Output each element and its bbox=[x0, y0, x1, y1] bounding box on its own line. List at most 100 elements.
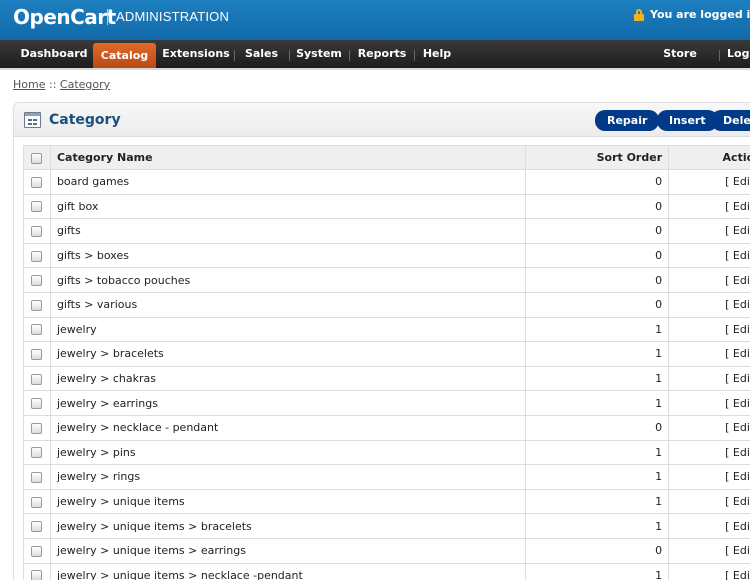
row-checkbox[interactable] bbox=[31, 275, 43, 287]
select-all-checkbox[interactable] bbox=[31, 152, 43, 164]
table-row: jewelry > earrings1 [ Edit ] bbox=[23, 390, 750, 416]
menu-item-system[interactable]: System bbox=[292, 40, 346, 68]
menu-divider bbox=[414, 50, 415, 61]
repair-button[interactable]: Repair bbox=[595, 110, 660, 131]
row-checkbox[interactable] bbox=[31, 422, 43, 434]
row-checkbox[interactable] bbox=[31, 348, 43, 360]
insert-button[interactable]: Insert bbox=[657, 110, 718, 131]
column-header-action: Action bbox=[668, 145, 750, 170]
category-name-cell: gifts > boxes bbox=[49, 242, 527, 269]
row-select-cell bbox=[23, 267, 51, 293]
sort-order-cell: 1 bbox=[525, 464, 670, 490]
menu-item-help[interactable]: Help bbox=[417, 40, 457, 68]
row-select-cell bbox=[23, 316, 51, 343]
breadcrumb-home[interactable]: Home bbox=[13, 78, 45, 91]
sort-order-cell: 0 bbox=[525, 242, 670, 269]
logged-in-text: You are logged in as a bbox=[650, 8, 750, 21]
row-checkbox[interactable] bbox=[31, 299, 43, 311]
category-name-cell: jewelry > unique items > bracelets bbox=[49, 513, 527, 539]
category-page-icon bbox=[24, 112, 41, 128]
edit-link[interactable]: [ Edit ] bbox=[725, 347, 750, 360]
delete-button[interactable]: Delete bbox=[711, 110, 750, 131]
sort-order-cell: 0 bbox=[525, 537, 670, 564]
row-select-cell bbox=[23, 291, 51, 318]
row-checkbox[interactable] bbox=[31, 398, 43, 410]
edit-link[interactable]: [ Edit ] bbox=[725, 569, 750, 580]
row-checkbox[interactable] bbox=[31, 521, 43, 533]
row-checkbox[interactable] bbox=[31, 447, 43, 459]
edit-link[interactable]: [ Edit ] bbox=[725, 372, 750, 385]
category-name-cell: jewelry > bracelets bbox=[49, 341, 527, 367]
menu-divider bbox=[289, 50, 290, 61]
table-row: gifts > tobacco pouches0 [ Edit ] bbox=[23, 267, 750, 293]
row-checkbox[interactable] bbox=[31, 545, 43, 557]
row-select-cell bbox=[23, 537, 51, 564]
breadcrumb-current[interactable]: Category bbox=[60, 78, 110, 91]
lock-icon bbox=[634, 8, 644, 21]
sort-order-cell: 1 bbox=[525, 316, 670, 343]
edit-link[interactable]: [ Edit ] bbox=[725, 544, 750, 557]
row-checkbox[interactable] bbox=[31, 176, 43, 188]
row-checkbox[interactable] bbox=[31, 201, 43, 213]
edit-link[interactable]: [ Edit ] bbox=[725, 397, 750, 410]
edit-link[interactable]: [ Edit ] bbox=[725, 323, 750, 336]
edit-link[interactable]: [ Edit ] bbox=[725, 200, 750, 213]
column-header-sort[interactable]: Sort Order bbox=[525, 145, 670, 170]
row-select-cell bbox=[23, 414, 51, 441]
edit-link[interactable]: [ Edit ] bbox=[725, 520, 750, 533]
edit-link[interactable]: [ Edit ] bbox=[725, 421, 750, 434]
sort-order-cell: 1 bbox=[525, 365, 670, 392]
row-select-cell bbox=[23, 341, 51, 367]
edit-link[interactable]: [ Edit ] bbox=[725, 274, 750, 287]
edit-link[interactable]: [ Edit ] bbox=[725, 224, 750, 237]
menu-item-catalog[interactable]: Catalog bbox=[93, 43, 156, 68]
menu-item-sales[interactable]: Sales bbox=[237, 40, 286, 68]
breadcrumb-separator: :: bbox=[48, 78, 57, 91]
logged-in-status: You are logged in as a bbox=[634, 8, 750, 21]
sort-order-cell: 0 bbox=[525, 414, 670, 441]
sort-order-cell: 0 bbox=[525, 169, 670, 195]
action-cell: [ Edit ] bbox=[668, 341, 750, 367]
row-checkbox[interactable] bbox=[31, 496, 43, 508]
row-checkbox[interactable] bbox=[31, 324, 43, 336]
logo-divider bbox=[107, 9, 108, 25]
edit-link[interactable]: [ Edit ] bbox=[725, 175, 750, 188]
menu-item-extensions[interactable]: Extensions bbox=[161, 40, 231, 68]
row-checkbox[interactable] bbox=[31, 250, 43, 262]
row-checkbox[interactable] bbox=[31, 570, 43, 580]
row-select-cell bbox=[23, 193, 51, 220]
edit-link[interactable]: [ Edit ] bbox=[725, 495, 750, 508]
edit-link[interactable]: [ Edit ] bbox=[725, 446, 750, 459]
category-name-cell: gifts bbox=[49, 218, 527, 244]
select-all-cell bbox=[23, 145, 51, 170]
row-select-cell bbox=[23, 488, 51, 515]
menu-divider bbox=[349, 50, 350, 61]
menu-item-dashboard[interactable]: Dashboard bbox=[16, 40, 92, 68]
table-row: jewelry1 [ Edit ] bbox=[23, 316, 750, 343]
column-header-name[interactable]: Category Name bbox=[49, 145, 527, 170]
row-select-cell bbox=[23, 390, 51, 416]
edit-link[interactable]: [ Edit ] bbox=[725, 249, 750, 262]
table-row: gifts0 [ Edit ] bbox=[23, 218, 750, 244]
menu-item-store-front[interactable]: Store Front bbox=[648, 40, 712, 68]
action-cell: [ Edit ] bbox=[668, 513, 750, 539]
category-name-cell: board games bbox=[49, 169, 527, 195]
row-checkbox[interactable] bbox=[31, 225, 43, 237]
action-cell: [ Edit ] bbox=[668, 537, 750, 564]
table-row: jewelry > necklace - pendant0 [ Edit ] bbox=[23, 414, 750, 441]
action-cell: [ Edit ] bbox=[668, 291, 750, 318]
row-checkbox[interactable] bbox=[31, 471, 43, 483]
menu-item-reports[interactable]: Reports bbox=[352, 40, 412, 68]
sort-order-cell: 0 bbox=[525, 193, 670, 220]
sort-order-cell: 1 bbox=[525, 341, 670, 367]
header-subtitle: ADMINISTRATION bbox=[116, 9, 230, 24]
box-heading: Category Repair Insert Delete bbox=[14, 103, 750, 137]
category-name-cell: gift box bbox=[49, 193, 527, 220]
edit-link[interactable]: [ Edit ] bbox=[725, 470, 750, 483]
logo: OpenCart bbox=[13, 5, 116, 29]
edit-link[interactable]: [ Edit ] bbox=[725, 298, 750, 311]
category-name-cell: jewelry > earrings bbox=[49, 390, 527, 416]
table-row: jewelry > unique items > bracelets 1 [ Edi… bbox=[23, 513, 750, 539]
menu-item-logout[interactable]: Log bbox=[727, 40, 750, 68]
row-checkbox[interactable] bbox=[31, 373, 43, 385]
